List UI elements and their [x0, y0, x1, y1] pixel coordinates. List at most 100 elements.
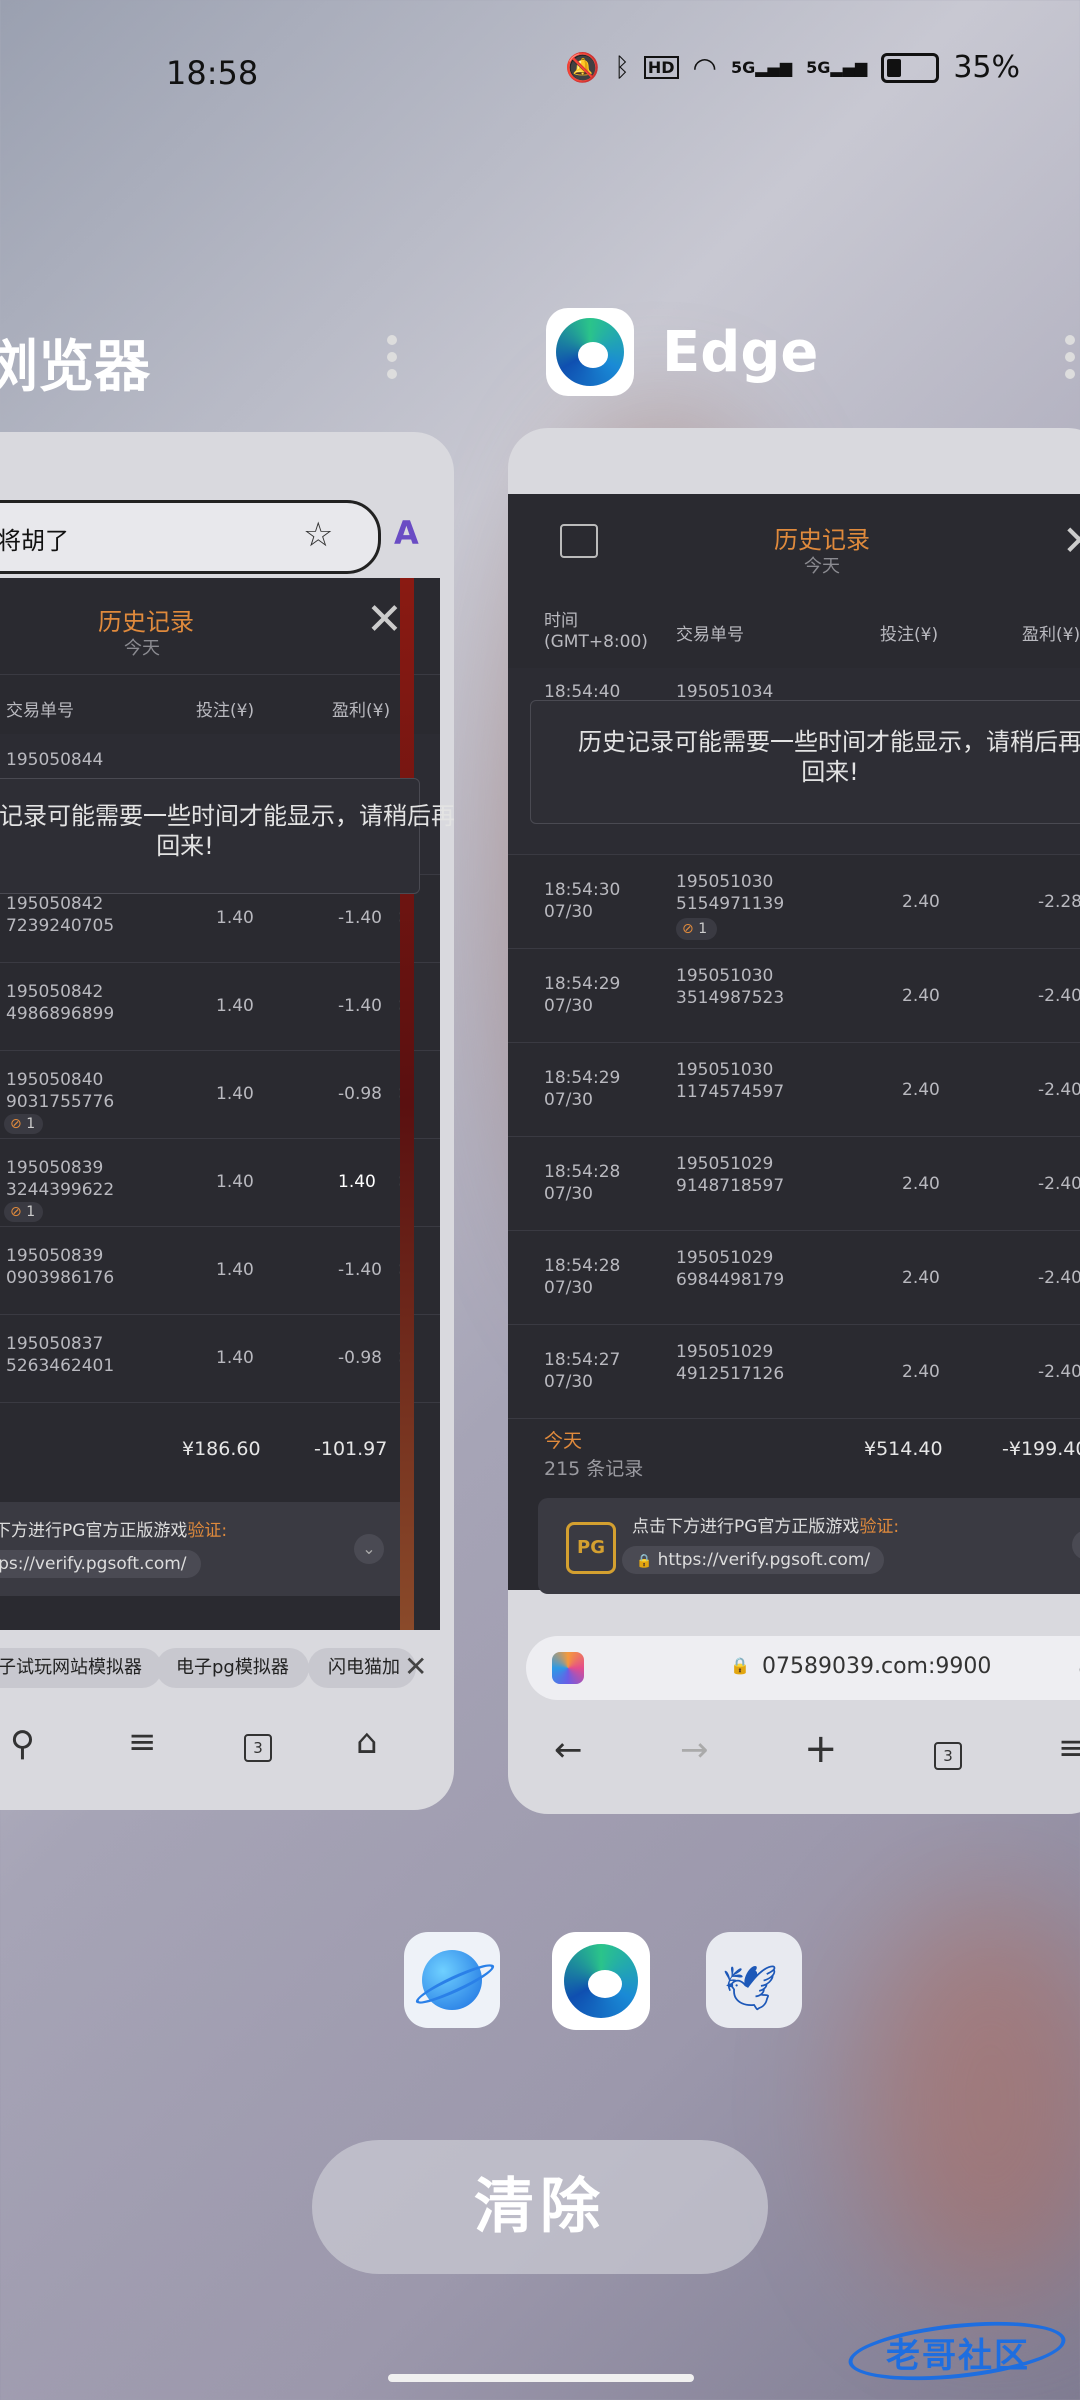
bet-amount: 2.40: [902, 1362, 940, 1382]
left-page-content: 历史记录 今天 ✕ 交易单号 投注(¥) 盈利(¥) 195050844 195…: [0, 578, 440, 1630]
right-app-card[interactable]: 历史记录 今天 ✕ 时间 (GMT+8:00) 交易单号 投注(¥) 盈利(¥)…: [508, 428, 1080, 1814]
browser-planet-icon[interactable]: [404, 1932, 500, 2028]
table-row[interactable]: 18:54:30 07/30 195051030 5154971139 2.40 -2.2…: [508, 854, 1080, 949]
copilot-icon[interactable]: [552, 1652, 584, 1684]
page-edge-strip: [400, 578, 414, 1630]
status-bar: 18:58 🔕 ᛒ HD ◠ 5G▂▄▆ 5G▂▄▆ 35%: [0, 40, 1080, 110]
col-profit: 盈利(¥): [1022, 625, 1080, 645]
left-search-bar[interactable]: 麻将胡了 ☆: [0, 500, 381, 574]
order-id: 195051029: [676, 1154, 774, 1174]
bird-app-icon[interactable]: 🕊: [706, 1932, 802, 2028]
order-id: 195050842: [6, 894, 104, 914]
search-icon[interactable]: ⚲: [10, 1724, 35, 1764]
menu-icon[interactable]: ≡: [128, 1722, 157, 1762]
col-time: 时间: [544, 611, 578, 631]
profit-amount: 1.40: [338, 1172, 376, 1192]
calendar-icon[interactable]: [560, 524, 598, 558]
suggestion-chip[interactable]: 电子试玩网站模拟器: [0, 1648, 162, 1688]
history-title: 历史记录: [774, 526, 870, 554]
order-id: 5263462401: [6, 1356, 115, 1376]
table-row[interactable]: 18:54:27 07/30 195051029 4912517126 2.40 -2.4…: [508, 1324, 1080, 1419]
table-row[interactable]: 19505083752634624011.40-0.98›: [0, 1314, 440, 1403]
suggestion-chip[interactable]: 电子pg模拟器: [156, 1648, 309, 1688]
table-row[interactable]: 19505084090317557761.40-0.98›⊘ 1: [0, 1050, 440, 1139]
bet-amount: 2.40: [902, 1268, 940, 1288]
home-icon[interactable]: ⌂: [356, 1722, 378, 1762]
pg-logo: PG: [566, 1522, 616, 1574]
order-id: 195051030: [676, 872, 774, 892]
row-time: 18:54:28: [544, 1256, 621, 1276]
bet-amount: 2.40: [902, 892, 940, 912]
summary-label: 今天: [544, 1430, 583, 1452]
close-icon[interactable]: ✕: [366, 594, 403, 645]
order-id: 195050842: [6, 982, 104, 1002]
search-text: 麻将胡了: [0, 527, 69, 555]
right-app-header[interactable]: Edge: [546, 308, 818, 396]
table-row[interactable]: 18:54:28 07/30 195051029 9148718597 2.40 -2.4…: [508, 1136, 1080, 1231]
notice-line: 历史记录可能需要一些时间才能显示，请稍后再: [0, 802, 454, 830]
close-icon[interactable]: ✕: [404, 1650, 427, 1683]
back-icon[interactable]: ←: [554, 1730, 583, 1770]
row-date: 07/30: [544, 996, 593, 1016]
table-row[interactable]: 18:54:29 07/30 195051030 1174574597 2.40 -2.4…: [508, 1042, 1080, 1137]
left-app-card[interactable]: 麻将胡了 ☆ A 历史记录 今天 ✕ 交易单号 投注(¥) 盈利(¥) 1950…: [0, 432, 454, 1810]
order-id: 195051029: [676, 1248, 774, 1268]
free-spin-badge: ⊘ 1: [4, 1114, 44, 1134]
bet-amount: 2.40: [902, 1174, 940, 1194]
chevron-down-icon[interactable]: ⌄: [354, 1534, 384, 1564]
chevron-down-icon[interactable]: ⌄: [1072, 1530, 1080, 1560]
order-id: 195050839: [6, 1158, 104, 1178]
table-row[interactable]: 18:54:29 07/30 195051030 3514987523 2.40 -2.4…: [508, 948, 1080, 1043]
verify-text: 点击下方进行PG官方正版游戏验证:: [0, 1521, 228, 1541]
table-row[interactable]: 19505083932443996221.401.40›⊘ 1: [0, 1138, 440, 1227]
ai-icon[interactable]: A: [394, 514, 419, 552]
order-id: 4912517126: [676, 1364, 785, 1384]
tabs-icon[interactable]: 3: [934, 1742, 962, 1770]
row-time: 18:54:28: [544, 1162, 621, 1182]
profit-amount: -2.40: [1038, 986, 1080, 1006]
signal-icon: 5G▂▄▆: [730, 58, 793, 77]
total-profit: -¥199.40: [1002, 1438, 1080, 1460]
verify-url[interactable]: 🔒 https://verify.pgsoft.com/: [622, 1546, 885, 1574]
status-time: 18:58: [166, 54, 259, 92]
left-verify-panel[interactable]: 点击下方进行PG官方正版游戏验证: https://verify.pgsoft.…: [0, 1502, 412, 1596]
order-id: 0903986176: [6, 1268, 115, 1288]
row-date: 07/30: [544, 1184, 593, 1204]
total-bet: ¥186.60: [182, 1438, 261, 1460]
left-app-header[interactable]: 浏览器: [0, 322, 150, 403]
spin-icon: ⊘: [682, 921, 694, 937]
table-row[interactable]: 19505083909039861761.40-1.40›: [0, 1226, 440, 1315]
lock-icon: 🔒: [730, 1656, 750, 1675]
watermark-text: 老哥社区: [886, 2336, 1030, 2376]
star-icon[interactable]: ☆: [303, 515, 333, 555]
bet-amount: 1.40: [216, 1084, 254, 1104]
home-indicator[interactable]: [388, 2374, 694, 2382]
table-row[interactable]: 19505084249868968991.40-1.40›: [0, 962, 440, 1051]
notice-line: 回来!: [156, 832, 214, 860]
clear-all-button[interactable]: 清除: [312, 2140, 768, 2274]
right-page-content: 历史记录 今天 ✕ 时间 (GMT+8:00) 交易单号 投注(¥) 盈利(¥)…: [508, 494, 1080, 1594]
history-subtitle: 今天: [804, 556, 840, 577]
right-verify-panel[interactable]: PG 点击下方进行PG官方正版游戏验证: 🔒 https://verify.pg…: [538, 1498, 1080, 1594]
menu-icon[interactable]: ≡: [1058, 1728, 1080, 1768]
table-row[interactable]: 18:54:28 07/30 195051029 6984498179 2.40 -2.4…: [508, 1230, 1080, 1325]
row-time: 18:54:40: [544, 682, 621, 702]
bet-amount: 1.40: [216, 1348, 254, 1368]
watermark: 老哥社区: [845, 2312, 1069, 2390]
close-icon[interactable]: ✕: [1062, 516, 1080, 565]
summary-count: 215 条记录: [544, 1458, 644, 1480]
new-tab-icon[interactable]: +: [804, 1726, 838, 1772]
order-id: 6984498179: [676, 1270, 785, 1290]
order-id: 195051029: [676, 1342, 774, 1362]
edge-icon[interactable]: [552, 1932, 650, 2030]
suggestion-chip[interactable]: 闪电猫加: [308, 1648, 416, 1688]
right-app-menu-icon[interactable]: [1065, 328, 1075, 386]
order-id: 4986896899: [6, 1004, 115, 1024]
order-id: 195050844: [6, 750, 104, 770]
verify-url[interactable]: https://verify.pgsoft.com/: [0, 1550, 201, 1578]
left-app-menu-icon[interactable]: [387, 328, 397, 386]
address-bar[interactable]: 🔒 07589039.com:9900 ○: [526, 1636, 1080, 1700]
col-bet: 投注(¥): [196, 701, 255, 721]
tabs-icon[interactable]: 3: [244, 1734, 272, 1762]
left-summary: ¥186.60 -101.97: [0, 1418, 440, 1478]
